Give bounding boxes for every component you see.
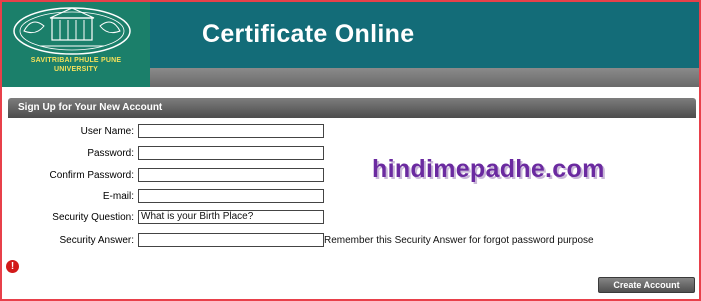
email-input[interactable] [138, 189, 324, 203]
section-header: Sign Up for Your New Account [8, 98, 696, 118]
username-label: User Name: [80, 126, 134, 137]
email-label: E-mail: [102, 191, 134, 202]
confirm-password-input[interactable] [138, 168, 324, 182]
section-title: Sign Up for Your New Account [18, 102, 163, 113]
university-logo: SAVITRIBAI PHULE PUNE UNIVERSITY [2, 2, 150, 87]
university-seal-icon [13, 7, 131, 55]
watermark-text: hindimepadhe.com [372, 155, 605, 183]
confirm-password-label: Confirm Password: [49, 170, 134, 181]
header-bar: SAVITRIBAI PHULE PUNE UNIVERSITY Certifi… [2, 2, 699, 87]
page-frame: SAVITRIBAI PHULE PUNE UNIVERSITY Certifi… [0, 0, 701, 301]
security-question-label: Security Question: [52, 212, 134, 223]
error-icon: ! [6, 260, 19, 273]
university-name: SAVITRIBAI PHULE PUNE UNIVERSITY [2, 56, 150, 74]
university-name-line-2: UNIVERSITY [53, 66, 98, 73]
nav-bar [150, 68, 699, 87]
create-account-button[interactable]: Create Account [598, 277, 695, 293]
password-label: Password: [87, 148, 134, 159]
security-question-input[interactable] [138, 210, 324, 224]
username-input[interactable] [138, 124, 324, 138]
security-answer-hint: Remember this Security Answer for forgot… [324, 235, 594, 246]
password-input[interactable] [138, 146, 324, 160]
university-name-line-1: SAVITRIBAI PHULE PUNE [30, 57, 122, 64]
security-answer-input[interactable] [138, 233, 324, 247]
security-answer-label: Security Answer: [59, 235, 134, 246]
page-title: Certificate Online [202, 20, 415, 48]
